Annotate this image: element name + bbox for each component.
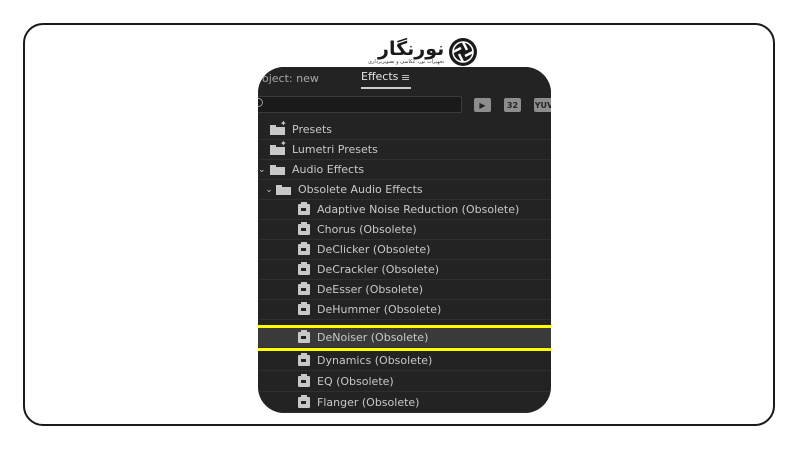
list-item-label: DeHummer (Obsolete) [317, 303, 442, 316]
32bit-effects-icon[interactable]: 32 [504, 98, 521, 112]
logo-text: نورنگار تجهیزات نور، عکاسی و تصویربرداری [368, 39, 444, 66]
chevron-down-icon[interactable]: ⌄ [258, 165, 270, 175]
list-item-label: Presets [292, 123, 333, 136]
active-tab-indicator [361, 87, 411, 89]
audio-effect-icon [298, 282, 310, 295]
logo-tagline: تجهیزات نور، عکاسی و تصویربرداری [368, 58, 445, 65]
list-item-label: DeClicker (Obsolete) [317, 243, 431, 256]
list-item-label: Obsolete Audio Effects [298, 183, 423, 196]
audio-effect-icon [298, 202, 310, 215]
audio-effect-icon [298, 330, 310, 343]
list-item[interactable]: ✦ Presets [258, 119, 551, 140]
logo-name: نورنگار [378, 37, 445, 60]
audio-effect-icon [298, 353, 310, 366]
list-item-label: DeCrackler (Obsolete) [317, 263, 440, 276]
list-item-label: Audio Effects [292, 163, 365, 176]
list-item-label: Lumetri Presets [292, 143, 378, 156]
list-item-label: Chorus (Obsolete) [317, 223, 417, 236]
list-item[interactable]: DeCrackler (Obsolete) [258, 260, 551, 280]
list-item[interactable]: DeHummer (Obsolete) [258, 300, 551, 320]
audio-effect-icon [298, 262, 310, 275]
list-item[interactable]: DeClicker (Obsolete) [258, 240, 551, 260]
tab-project[interactable]: oject: new [262, 72, 319, 85]
list-item[interactable]: DeEsser (Obsolete) [258, 280, 551, 300]
list-item-label: EQ (Obsolete) [317, 375, 394, 388]
audio-effect-icon [298, 242, 310, 255]
list-item[interactable]: Adaptive Noise Reduction (Obsolete) [258, 200, 551, 220]
audio-effect-icon [298, 302, 310, 315]
preset-folder-icon: ✦ [270, 119, 287, 135]
audio-effect-icon [298, 222, 310, 235]
list-item[interactable]: ⌄ Obsolete Audio Effects [258, 180, 551, 200]
folder-icon [270, 164, 285, 175]
panel-menu-icon[interactable]: ≡ [401, 71, 410, 84]
list-item-label: Dynamics (Obsolete) [317, 354, 433, 367]
panel-tab-bar: oject: new Effects ≡ [258, 67, 551, 93]
list-item[interactable]: ✦ Lumetri Presets [258, 139, 551, 160]
search-input[interactable] [258, 96, 462, 113]
audio-effect-icon [298, 395, 310, 408]
list-item[interactable]: ⌄ Audio Effects [258, 160, 551, 180]
list-item[interactable]: Chorus (Obsolete) [258, 220, 551, 240]
list-item[interactable]: Flanger (Obsolete) [258, 393, 551, 413]
tab-effects[interactable]: Effects [361, 70, 398, 83]
folder-icon [276, 184, 291, 195]
effects-panel: oject: new Effects ≡ ▶ 32 YUV ✦ Presets … [258, 67, 551, 413]
audio-effect-icon [298, 374, 310, 387]
yuv-effects-icon[interactable]: YUV [534, 98, 551, 112]
list-item[interactable]: EQ (Obsolete) [258, 372, 551, 392]
preset-folder-icon: ✦ [270, 139, 287, 155]
list-item-label: DeNoiser (Obsolete) [317, 331, 429, 344]
list-item-label: DeEsser (Obsolete) [317, 283, 424, 296]
accelerated-effects-icon[interactable]: ▶ [474, 98, 491, 112]
list-item[interactable]: Dynamics (Obsolete) [258, 351, 551, 371]
list-item-label: Flanger (Obsolete) [317, 396, 420, 409]
brand-logo: نورنگار تجهیزات نور، عکاسی و تصویربرداری [368, 37, 478, 67]
chevron-down-icon[interactable]: ⌄ [262, 185, 276, 195]
list-item-selected[interactable]: DeNoiser (Obsolete) [258, 328, 551, 348]
aperture-icon [449, 38, 478, 66]
list-item-label: Adaptive Noise Reduction (Obsolete) [317, 203, 520, 216]
